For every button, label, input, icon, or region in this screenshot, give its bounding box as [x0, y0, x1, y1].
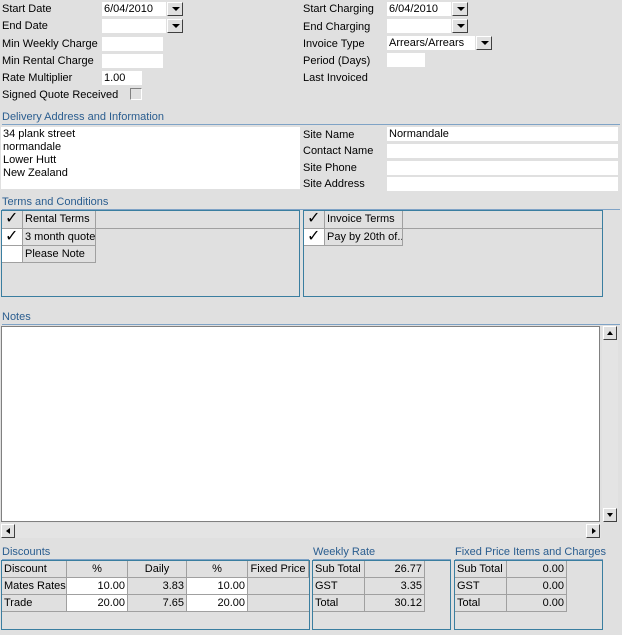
- weekly-total-label: Total: [313, 595, 365, 612]
- start-charging-field[interactable]: 6/04/2010: [387, 2, 451, 16]
- weekly-gst-value: 3.35: [365, 578, 425, 595]
- notes-horizontal-scrollbar[interactable]: [1, 523, 601, 538]
- fixed-total-label: Total: [455, 595, 507, 612]
- fixed-price-grid: Sub Total 0.00 GST 0.00 Total 0.00: [454, 560, 603, 630]
- discount-pct-col-header: %: [67, 561, 128, 578]
- delivery-address-textarea[interactable]: 34 plank street normandale Lower Hutt Ne…: [1, 127, 300, 189]
- rate-multiplier-label: Rate Multiplier: [2, 72, 73, 84]
- discount-name-cell: Trade: [2, 595, 67, 612]
- end-date-label: End Date: [2, 20, 48, 32]
- delivery-section-divider: [2, 124, 620, 125]
- discount-daily-col-header: Daily: [128, 561, 187, 578]
- discount-pct2-col-header: %: [187, 561, 248, 578]
- min-weekly-charge-field[interactable]: [102, 37, 163, 51]
- address-line: Lower Hutt: [3, 154, 57, 166]
- address-line: normandale: [3, 141, 62, 153]
- discount-col-header: Discount: [2, 561, 67, 578]
- end-date-dropdown-button[interactable]: [167, 19, 183, 33]
- weekly-total-value: 30.12: [365, 595, 425, 612]
- notes-textarea[interactable]: [1, 326, 600, 522]
- site-name-field[interactable]: Normandale: [387, 127, 618, 141]
- weekly-rate-section-title: Weekly Rate: [313, 546, 376, 558]
- fixed-gst-value: 0.00: [507, 578, 567, 595]
- invoice-terms-check-header: ✓: [304, 211, 325, 229]
- invoice-type-dropdown-button[interactable]: [476, 36, 492, 50]
- invoice-term-checkmark[interactable]: ✓: [304, 229, 325, 246]
- delivery-section-title: Delivery Address and Information: [2, 111, 165, 123]
- start-charging-dropdown-button[interactable]: [452, 2, 468, 16]
- fixed-subtotal-value: 0.00: [507, 561, 567, 578]
- rental-terms-header: Rental Terms: [23, 211, 96, 229]
- discount-pct-cell[interactable]: 20.00: [67, 595, 128, 612]
- weekly-gst-label: GST: [313, 578, 365, 595]
- weekly-subtotal-value: 26.77: [365, 561, 425, 578]
- invoice-terms-grid[interactable]: ✓ Invoice Terms ✓ Pay by 20th of..: [303, 210, 603, 297]
- discount-name-cell: Mates Rates: [2, 578, 67, 595]
- discount-pct-cell[interactable]: 10.00: [67, 578, 128, 595]
- end-date-field[interactable]: [102, 19, 166, 33]
- terms-section-title: Terms and Conditions: [2, 196, 109, 208]
- start-date-field[interactable]: 6/04/2010: [102, 2, 166, 16]
- discount-fixed-price-cell[interactable]: [248, 595, 309, 612]
- rental-terms-check-header: ✓: [2, 211, 23, 229]
- last-invoiced-label: Last Invoiced: [303, 72, 368, 84]
- period-days-field[interactable]: [387, 53, 425, 67]
- site-phone-label: Site Phone: [303, 162, 357, 174]
- discount-pct2-cell[interactable]: 10.00: [187, 578, 248, 595]
- invoice-type-label: Invoice Type: [303, 38, 365, 50]
- min-rental-charge-field[interactable]: [102, 54, 163, 68]
- scroll-right-arrow-icon[interactable]: [586, 524, 600, 538]
- start-charging-label: Start Charging: [303, 3, 374, 15]
- invoice-terms-header: Invoice Terms: [325, 211, 403, 229]
- min-rental-charge-label: Min Rental Charge: [2, 55, 94, 67]
- rental-terms-grid[interactable]: ✓ Rental Terms ✓ 3 month quote Please No…: [1, 210, 300, 297]
- weekly-rate-grid: Sub Total 26.77 GST 3.35 Total 30.12: [312, 560, 451, 630]
- fixed-subtotal-label: Sub Total: [455, 561, 507, 578]
- fixed-gst-label: GST: [455, 578, 507, 595]
- contact-name-label: Contact Name: [303, 145, 374, 157]
- scroll-up-arrow-icon[interactable]: [603, 326, 617, 340]
- signed-quote-checkbox[interactable]: [130, 88, 142, 100]
- discounts-grid[interactable]: Discount % Daily % Fixed Price Mates Rat…: [1, 560, 310, 630]
- discount-pct2-cell[interactable]: 20.00: [187, 595, 248, 612]
- contact-name-field[interactable]: [387, 144, 618, 158]
- rental-term-checkmark[interactable]: ✓: [2, 229, 23, 246]
- address-line: New Zealand: [3, 167, 68, 179]
- notes-vertical-scrollbar[interactable]: [602, 326, 618, 522]
- site-name-label: Site Name: [303, 129, 355, 141]
- rental-header-line: [96, 228, 299, 229]
- start-date-dropdown-button[interactable]: [167, 2, 183, 16]
- end-charging-dropdown-button[interactable]: [452, 19, 468, 33]
- period-days-label: Period (Days): [303, 55, 371, 67]
- rental-term-checkbox-cell[interactable]: [2, 246, 23, 263]
- invoice-term-label: Pay by 20th of..: [325, 229, 403, 246]
- invoice-type-select[interactable]: Arrears/Arrears: [387, 36, 475, 50]
- site-phone-field[interactable]: [387, 161, 618, 175]
- site-address-label: Site Address: [303, 178, 365, 190]
- fixed-price-section-title: Fixed Price Items and Charges: [455, 546, 607, 558]
- fixed-total-value: 0.00: [507, 595, 567, 612]
- discounts-section-title: Discounts: [2, 546, 51, 558]
- invoice-header-line: [403, 228, 602, 229]
- notes-section-divider: [2, 324, 620, 325]
- signed-quote-label: Signed Quote Received: [2, 89, 119, 101]
- discount-daily-cell: 3.83: [128, 578, 187, 595]
- discount-daily-cell: 7.65: [128, 595, 187, 612]
- scroll-down-arrow-icon[interactable]: [603, 508, 617, 522]
- site-address-field[interactable]: [387, 177, 618, 191]
- address-line: 34 plank street: [3, 128, 76, 140]
- weekly-subtotal-label: Sub Total: [313, 561, 365, 578]
- notes-section-title: Notes: [2, 311, 31, 323]
- rental-term-label: Please Note: [23, 246, 96, 263]
- start-date-label: Start Date: [2, 3, 52, 15]
- min-weekly-charge-label: Min Weekly Charge: [2, 38, 98, 50]
- end-charging-field[interactable]: [387, 19, 451, 33]
- rate-multiplier-field[interactable]: 1.00: [102, 71, 142, 85]
- discount-fixed-price-cell[interactable]: [248, 578, 309, 595]
- discount-fixed-price-col-header: Fixed Price: [248, 561, 309, 578]
- end-charging-label: End Charging: [303, 21, 371, 33]
- scroll-left-arrow-icon[interactable]: [1, 524, 15, 538]
- rental-term-label: 3 month quote: [23, 229, 96, 246]
